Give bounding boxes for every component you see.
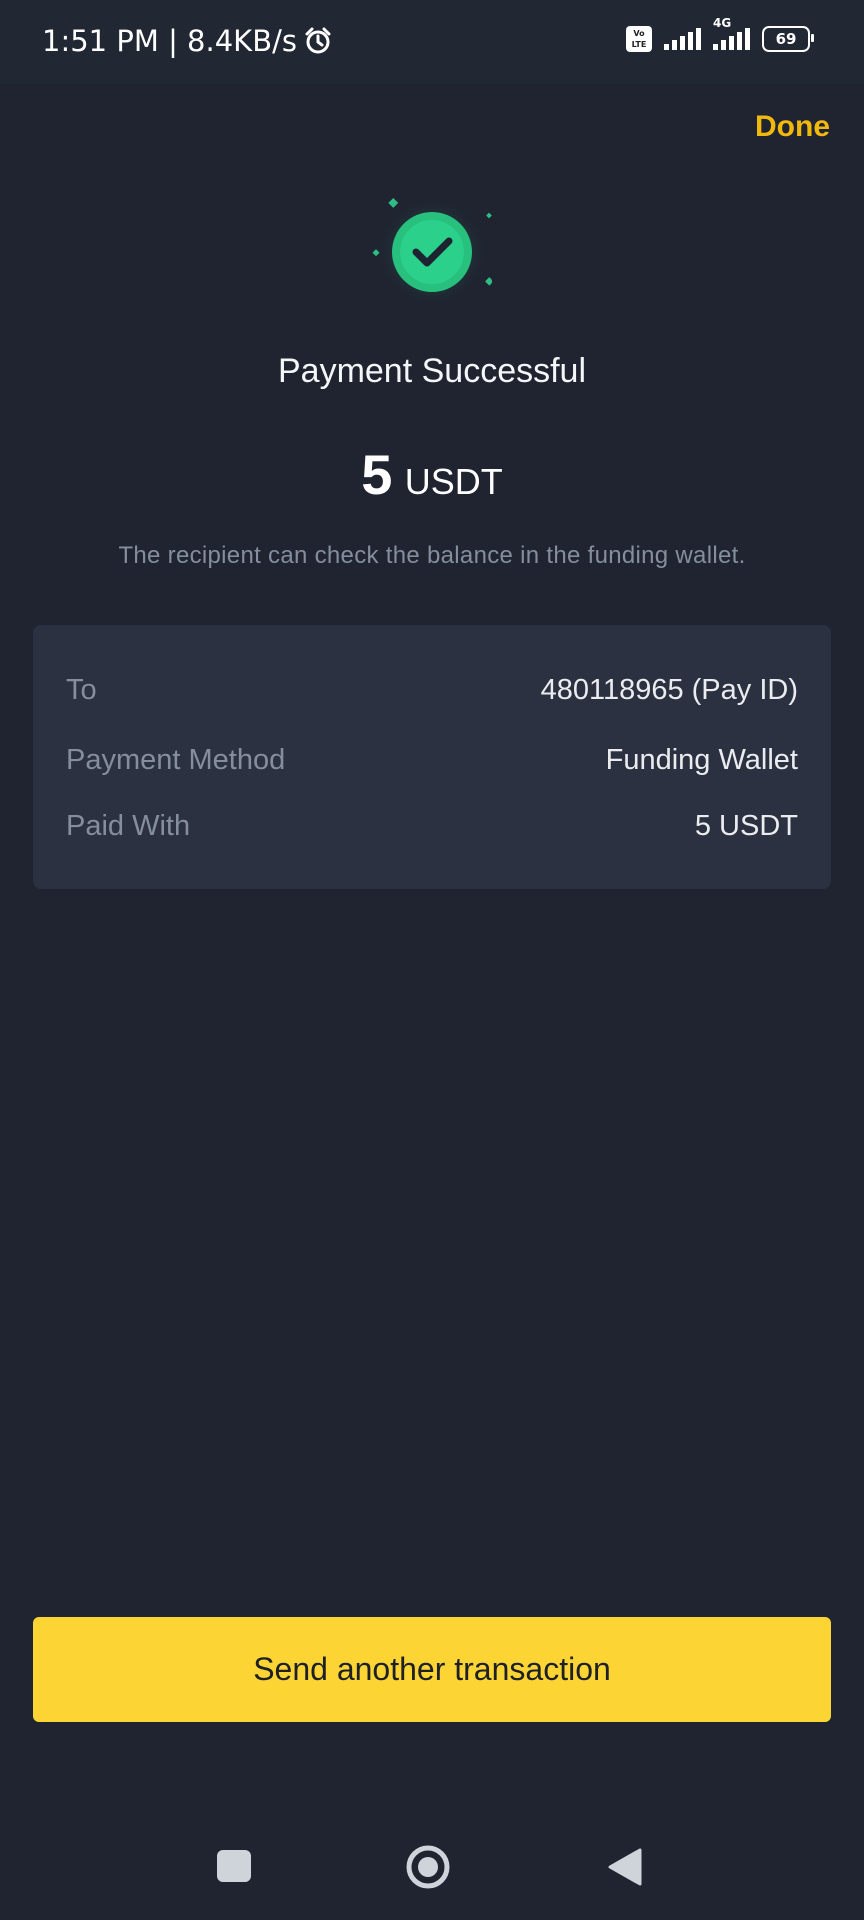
- detail-label: Payment Method: [66, 743, 286, 776]
- check-circle-icon: [372, 194, 492, 310]
- done-button[interactable]: Done: [755, 110, 830, 144]
- alarm-clock-icon: [305, 27, 331, 54]
- battery-icon: 69: [762, 26, 814, 52]
- status-time: 1:51 PM | 8.4KB/s: [42, 24, 297, 58]
- detail-label: To: [66, 673, 97, 706]
- status-icons: Vo LTE 4G 69: [626, 16, 814, 52]
- detail-value: Funding Wallet: [605, 743, 798, 776]
- status-bar: 1:51 PM | 8.4KB/s Vo LTE 4G 69: [0, 0, 864, 84]
- amount-display: 5 USDT: [0, 442, 864, 507]
- recents-square-icon[interactable]: [217, 1850, 251, 1882]
- amount-value: 5: [361, 443, 393, 506]
- detail-label: Paid With: [66, 809, 191, 842]
- payment-details-card: To 480118965 (Pay ID) Payment Method Fun…: [33, 625, 831, 889]
- signal-strength-icon: [664, 28, 701, 50]
- battery-level: 69: [775, 30, 797, 48]
- detail-row-paid-with: Paid With 5 USDT: [66, 806, 798, 846]
- detail-value: 5 USDT: [694, 809, 798, 842]
- info-subtitle: The recipient can check the balance in t…: [118, 542, 746, 569]
- amount-currency: USDT: [404, 461, 503, 502]
- send-another-transaction-button[interactable]: Send another transaction: [33, 1617, 831, 1722]
- payment-status-title: Payment Successful: [277, 352, 587, 390]
- system-nav-bar: [0, 1812, 864, 1920]
- home-circle-icon[interactable]: [405, 1844, 451, 1890]
- detail-value: 480118965 (Pay ID): [540, 673, 798, 706]
- status-time-group: 1:51 PM | 8.4KB/s: [42, 24, 333, 58]
- detail-row-payment-method: Payment Method Funding Wallet: [66, 740, 798, 780]
- 4g-signal-icon: 4G: [713, 16, 750, 50]
- detail-row-to: To 480118965 (Pay ID): [66, 670, 798, 710]
- back-triangle-icon[interactable]: [606, 1847, 642, 1887]
- volte-icon: Vo LTE: [626, 26, 652, 52]
